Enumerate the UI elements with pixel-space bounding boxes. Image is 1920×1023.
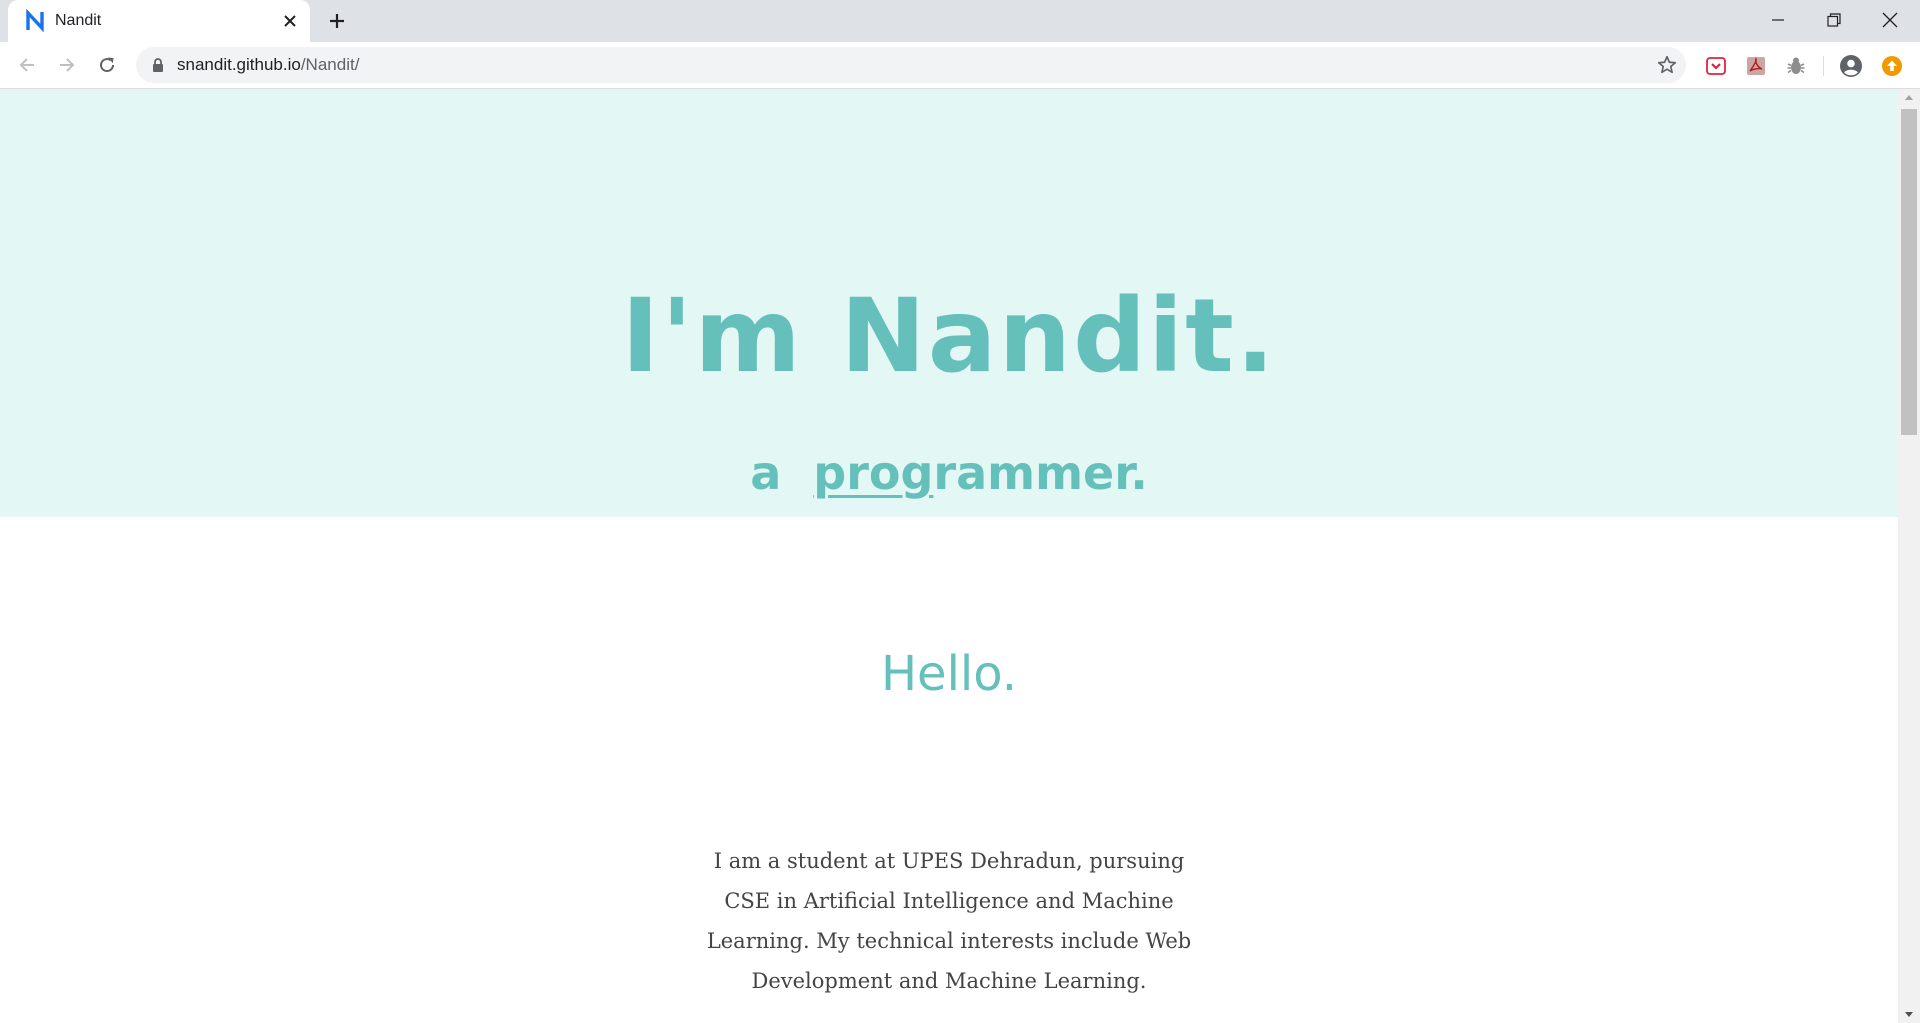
url-path: /Nandit/ <box>300 55 360 74</box>
browser-toolbar: snandit.github.io/Nandit/ <box>0 42 1920 89</box>
account-circle-icon[interactable] <box>1839 54 1863 78</box>
back-arrow-icon[interactable] <box>11 49 43 81</box>
new-tab-button[interactable] <box>323 9 351 33</box>
update-arrow-icon[interactable] <box>1880 54 1904 78</box>
restore-icon[interactable] <box>1806 0 1862 40</box>
toolbar-separator <box>1823 56 1824 76</box>
about-paragraph: I am a student at UPES Dehradun, pursuin… <box>706 849 1192 993</box>
hero-title: I'm Nandit. <box>621 277 1277 396</box>
url-host: snandit.github.io <box>177 55 301 74</box>
page-viewport: I'm Nandit. a programmer. Hello. I am a … <box>0 89 1898 1023</box>
minimize-icon[interactable] <box>1750 0 1806 40</box>
scroll-up-arrow-icon[interactable] <box>1898 89 1920 105</box>
hero-subtitle-typed: programmer. <box>813 446 1148 500</box>
about-heading: Hello. <box>880 646 1018 702</box>
hero-subtitle-typed-underlined: prog <box>813 446 934 500</box>
address-bar[interactable]: snandit.github.io/Nandit/ <box>136 47 1686 83</box>
page-scrollbar[interactable] <box>1898 89 1920 1023</box>
bookmark-star-icon[interactable] <box>1656 54 1678 76</box>
bug-icon[interactable] <box>1784 54 1808 78</box>
browser-tab[interactable]: Nandit <box>8 0 310 42</box>
reload-icon[interactable] <box>91 49 123 81</box>
nandit-logo-icon <box>24 8 48 33</box>
url-text[interactable]: snandit.github.io/Nandit/ <box>177 55 359 75</box>
pocket-icon[interactable] <box>1704 54 1728 78</box>
close-window-icon[interactable] <box>1862 0 1918 40</box>
hero-subtitle-prefix: a <box>750 446 782 500</box>
forward-arrow-icon[interactable] <box>51 49 83 81</box>
scrollbar-thumb[interactable] <box>1901 109 1917 435</box>
lock-icon[interactable] <box>150 57 166 73</box>
hero-subtitle: a programmer. <box>0 443 1898 503</box>
close-tab-icon[interactable] <box>280 11 300 31</box>
tab-title: Nandit <box>55 12 102 29</box>
scroll-down-arrow-icon[interactable] <box>1898 1007 1920 1023</box>
hero-section: I'm Nandit. a programmer. <box>0 89 1898 517</box>
pdf-icon[interactable] <box>1744 54 1768 78</box>
tab-strip: Nandit <box>0 0 1920 42</box>
